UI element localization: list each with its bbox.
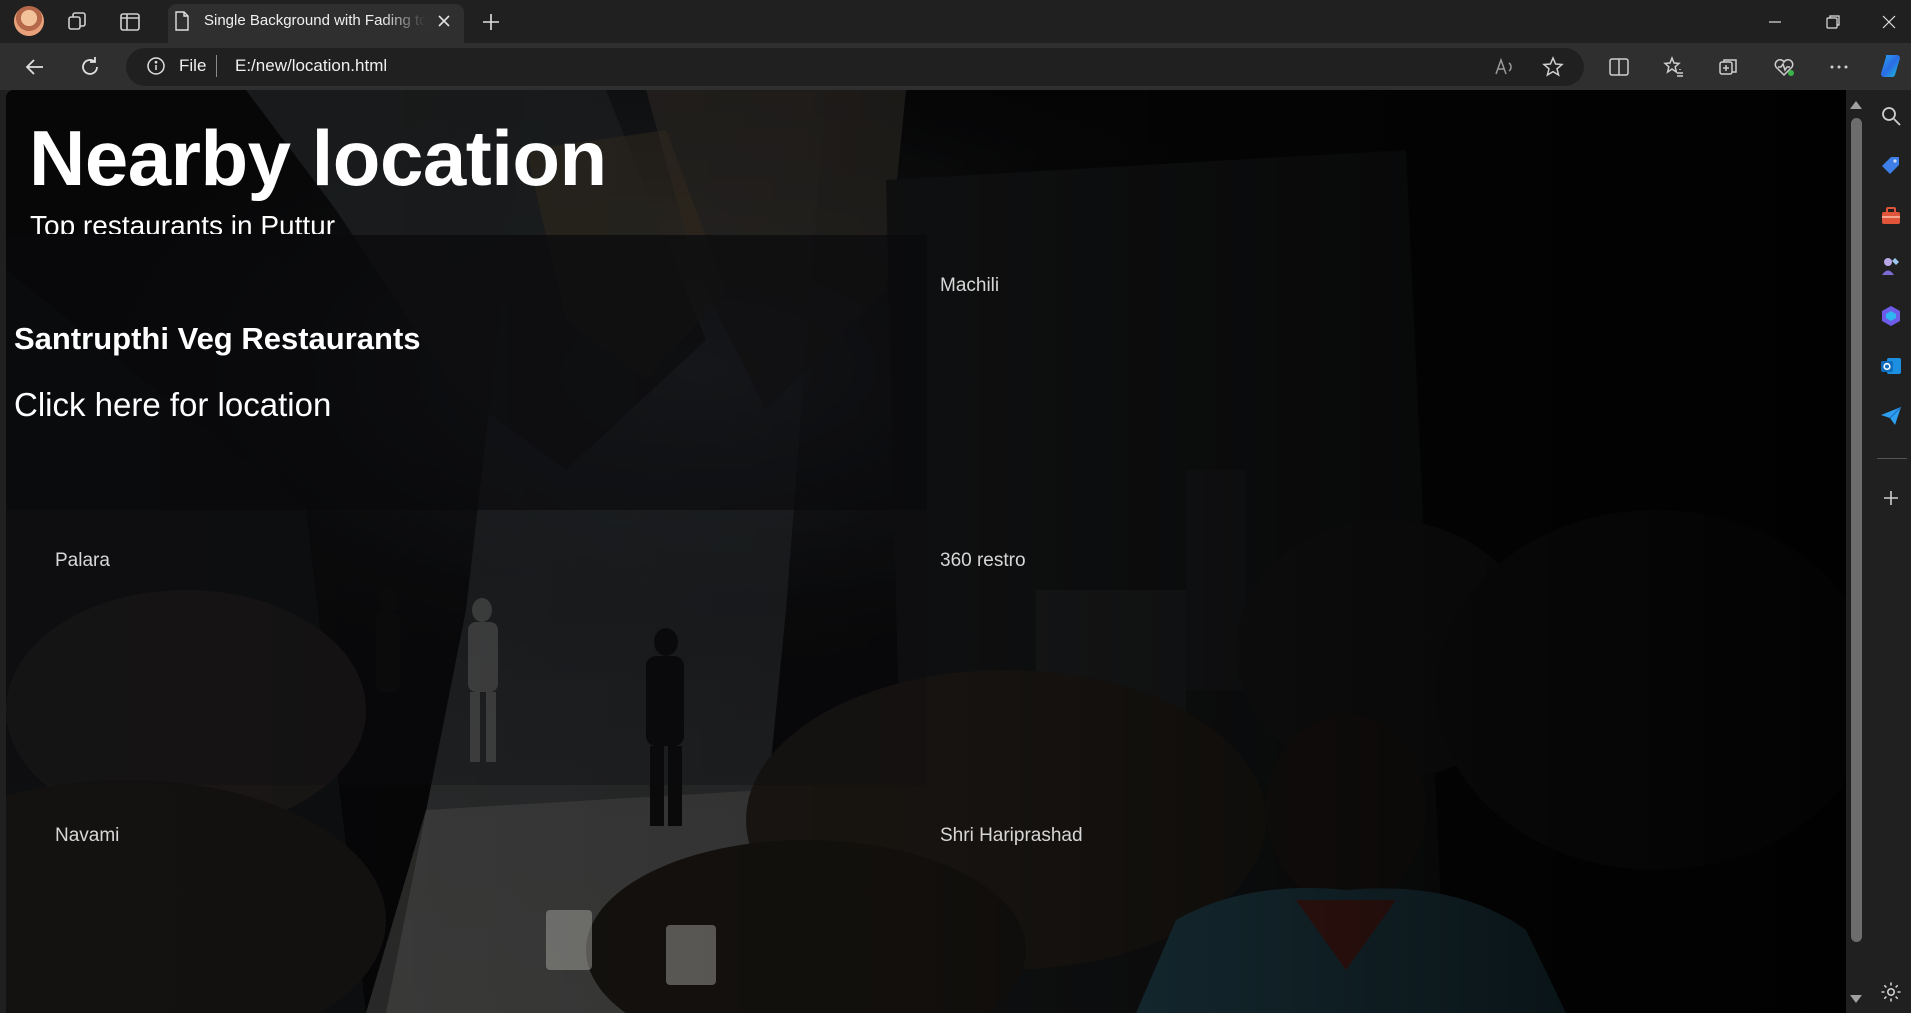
scheme-label: File xyxy=(179,56,207,75)
featured-restaurant-panel xyxy=(6,235,927,510)
tab-bar: Single Background with Fading to xyxy=(0,0,1911,43)
send-icon[interactable] xyxy=(1879,404,1903,428)
page-title: Nearby location xyxy=(29,114,607,202)
plus-icon[interactable] xyxy=(1879,486,1903,510)
close-icon[interactable] xyxy=(434,11,454,31)
edge-sidebar xyxy=(1871,90,1911,1013)
sidebar-divider xyxy=(1877,458,1907,459)
page-icon xyxy=(175,11,189,31)
info-icon[interactable] xyxy=(146,56,166,76)
refresh-icon[interactable] xyxy=(77,54,103,80)
scrollbar-thumb[interactable] xyxy=(1851,118,1862,942)
location-link[interactable]: Click here for location xyxy=(14,386,331,424)
scroll-down-arrow-icon[interactable] xyxy=(1849,993,1863,1005)
tab-title: Single Background with Fading to xyxy=(204,12,426,29)
star-icon[interactable] xyxy=(1541,55,1565,79)
split-screen-icon[interactable] xyxy=(1607,55,1631,79)
scroll-up-arrow-icon[interactable] xyxy=(1849,99,1863,111)
search-icon[interactable] xyxy=(1879,104,1903,128)
workspaces-icon[interactable] xyxy=(66,10,90,34)
vertical-tabs-icon[interactable] xyxy=(118,10,142,34)
url-text[interactable]: E:/new/location.html xyxy=(235,56,387,76)
collections-icon[interactable] xyxy=(1717,55,1741,79)
restaurant-panel-overlay xyxy=(6,510,927,785)
back-arrow-icon[interactable] xyxy=(22,54,48,80)
minimize-icon[interactable] xyxy=(1762,9,1788,35)
page-viewport: Nearby location Top restaurants in Puttu… xyxy=(6,90,1846,1013)
read-aloud-icon[interactable] xyxy=(1492,55,1516,79)
restaurant-name-shri-hariprashad[interactable]: Shri Hariprashad xyxy=(940,825,1083,847)
microsoft-365-icon[interactable] xyxy=(1879,304,1903,328)
tools-icon[interactable] xyxy=(1879,204,1903,228)
shopping-tag-icon[interactable] xyxy=(1879,154,1903,178)
copilot-icon[interactable] xyxy=(1877,52,1905,80)
more-icon[interactable] xyxy=(1827,55,1851,79)
outlook-icon[interactable] xyxy=(1879,354,1903,378)
restaurant-name-machili[interactable]: Machili xyxy=(940,275,999,297)
page-header: Nearby location Top restaurants in Puttu… xyxy=(6,90,1846,235)
address-separator xyxy=(216,55,217,77)
restaurant-name-palara[interactable]: Palara xyxy=(55,550,110,572)
favorites-icon[interactable] xyxy=(1662,55,1686,79)
restaurant-name-navami[interactable]: Navami xyxy=(55,825,119,847)
games-icon[interactable] xyxy=(1879,254,1903,278)
restaurant-name-360-restro[interactable]: 360 restro xyxy=(940,550,1026,572)
close-window-icon[interactable] xyxy=(1876,9,1902,35)
heartbeat-icon[interactable] xyxy=(1772,55,1796,79)
featured-restaurant-name: Santrupthi Veg Restaurants xyxy=(14,321,421,356)
settings-icon[interactable] xyxy=(1879,980,1903,1004)
profile-avatar-icon[interactable] xyxy=(14,6,44,36)
plus-icon[interactable] xyxy=(478,9,504,35)
page-subtitle: Top restaurants in Puttur xyxy=(30,210,336,234)
restore-icon[interactable] xyxy=(1820,9,1846,35)
